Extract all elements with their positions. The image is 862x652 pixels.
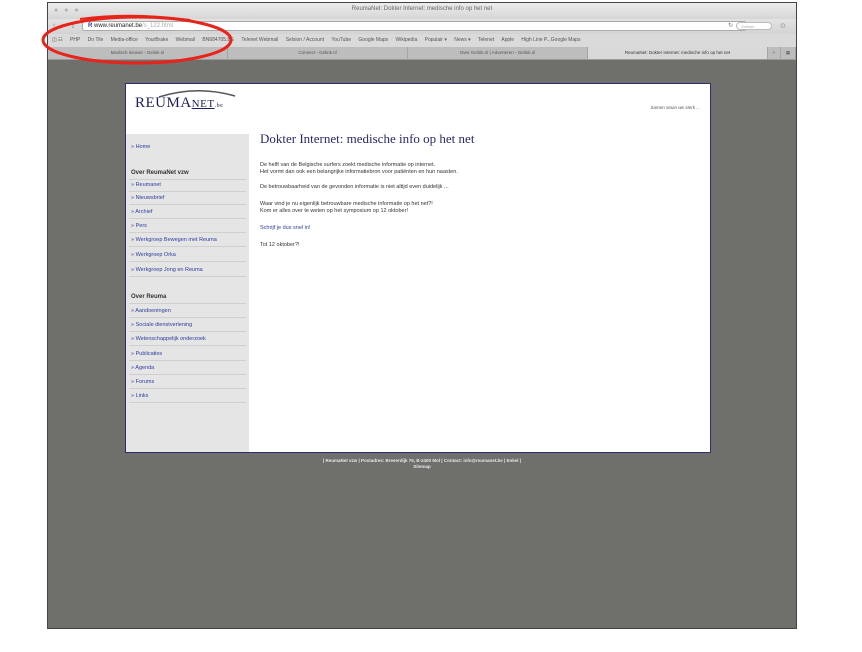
sidebar-item-wetenschappelijk[interactable]: » Wetenschappelijk onderzoek: [131, 336, 206, 342]
site-footer: | ReumaNet vzw | Postadres: Breeerdijk 7…: [48, 458, 796, 470]
divider: [129, 303, 246, 304]
paragraph: Kom er alles over te weten op het sympos…: [260, 208, 408, 214]
download-icon[interactable]: ⊙: [780, 22, 786, 30]
new-tab-button[interactable]: +: [768, 47, 781, 59]
bookmark-item[interactable]: High Line P...Google Maps: [521, 37, 580, 43]
sidebar-item-jong[interactable]: » Werkgroep Jong en Reuma: [131, 267, 203, 273]
browser-tab[interactable]: Over Gelink.nl | Adverteren - Gelink.nl: [408, 47, 588, 59]
paragraph: Waar vind je nu eigenlijk betrouwbare me…: [260, 201, 433, 207]
browser-tab[interactable]: Connect - Gelink.nl: [228, 47, 408, 59]
sidebar-item-aandoeningen[interactable]: » Aandoeningen: [131, 308, 171, 314]
sidebar-item-sociale[interactable]: » Sociale dienstverlening: [131, 322, 192, 328]
site-tagline: Samen staan we sterk ...: [650, 105, 700, 110]
browser-window: ● ● ● ReumaNet: Dokter Internet: medisch…: [47, 2, 797, 629]
bookmark-item[interactable]: Google Maps: [358, 37, 388, 43]
reload-icon[interactable]: ↻: [728, 22, 733, 29]
divider: [129, 402, 246, 403]
bookmark-item[interactable]: News ▾: [454, 37, 470, 43]
divider: [129, 232, 246, 233]
sidebar-item-home[interactable]: » Home: [131, 144, 150, 150]
closing-text: Tot 12 oktober?!: [260, 242, 300, 248]
bookmark-item[interactable]: Populair ▾: [425, 37, 447, 43]
sidebar-nav: » Home Over ReumaNet vzw » Reumanet » Ni…: [126, 134, 249, 452]
divider: [129, 191, 246, 192]
logo-swoosh-icon: [158, 90, 236, 98]
divider: [129, 179, 246, 180]
tab-overview-button[interactable]: ▦: [781, 47, 796, 59]
sidebar-item-links[interactable]: » Links: [131, 393, 148, 399]
search-placeholder: Zoeken: [741, 24, 755, 29]
sidebar-item-reumanet[interactable]: » Reumanet: [131, 182, 161, 188]
sidebar-item-agenda[interactable]: » Agenda: [131, 365, 154, 371]
web-page: REUMANET.be Samen staan we sterk ... » H…: [125, 83, 711, 453]
bookmark-item[interactable]: Selsion / Account: [286, 37, 324, 43]
signup-link[interactable]: Schrijf je dus snel in!: [260, 225, 310, 232]
window-title: ReumaNet: Dokter Internet: medische info…: [351, 6, 493, 12]
highlight-circle-annotation: [41, 14, 233, 65]
sidebar-heading: Over Reuma: [131, 294, 167, 300]
page-title: Dokter Internet: medische info op het ne…: [260, 131, 475, 146]
paragraph: De helft van de Belgische surfers zoekt …: [260, 162, 436, 168]
divider: [129, 374, 246, 375]
bookmark-item[interactable]: Apple: [501, 37, 514, 43]
divider: [129, 218, 246, 219]
divider: [129, 204, 246, 205]
sidebar-heading: Over ReumaNet vzw: [131, 170, 189, 176]
sidebar-item-pers[interactable]: » Pers: [131, 223, 147, 229]
search-field[interactable]: Zoeken: [736, 22, 772, 30]
browser-tab-active[interactable]: ReumaNet: Dokter Internet: medische info…: [588, 47, 768, 59]
divider: [129, 345, 246, 346]
sidebar-item-forums[interactable]: » Forums: [131, 379, 154, 385]
bookmark-item[interactable]: Telenet Webmail: [241, 37, 278, 43]
sidebar-item-bewegen[interactable]: » Werkgroep Bewegen met Reuma: [131, 237, 217, 243]
divider: [129, 317, 246, 318]
divider: [129, 360, 246, 361]
paragraph: De betrouwbaarheid van de gevonden infor…: [260, 184, 449, 190]
divider: [129, 246, 246, 247]
sidebar-item-nieuwsbrief[interactable]: » Nieuwsbrief: [131, 195, 164, 201]
logo-net: NET: [191, 98, 215, 110]
divider: [129, 331, 246, 332]
sidebar-item-orka[interactable]: » Werkgroep Orka: [131, 252, 176, 258]
bookmark-item[interactable]: Wikipedia: [396, 37, 418, 43]
sidebar-item-archief[interactable]: » Archief: [131, 209, 152, 215]
sidebar-item-publicaties[interactable]: » Publicaties: [131, 351, 162, 357]
sitemap-link[interactable]: Sitemap: [48, 464, 796, 470]
bookmark-item[interactable]: Telenet: [478, 37, 494, 43]
divider: [129, 388, 246, 389]
divider: [129, 261, 246, 262]
divider: [129, 276, 246, 277]
paragraph: Het vormt dan ook een belangrijke inform…: [260, 169, 458, 175]
bookmark-item[interactable]: YouTube: [331, 37, 351, 43]
site-logo[interactable]: REUMANET.be: [135, 90, 236, 112]
logo-tld: .be: [214, 103, 224, 109]
